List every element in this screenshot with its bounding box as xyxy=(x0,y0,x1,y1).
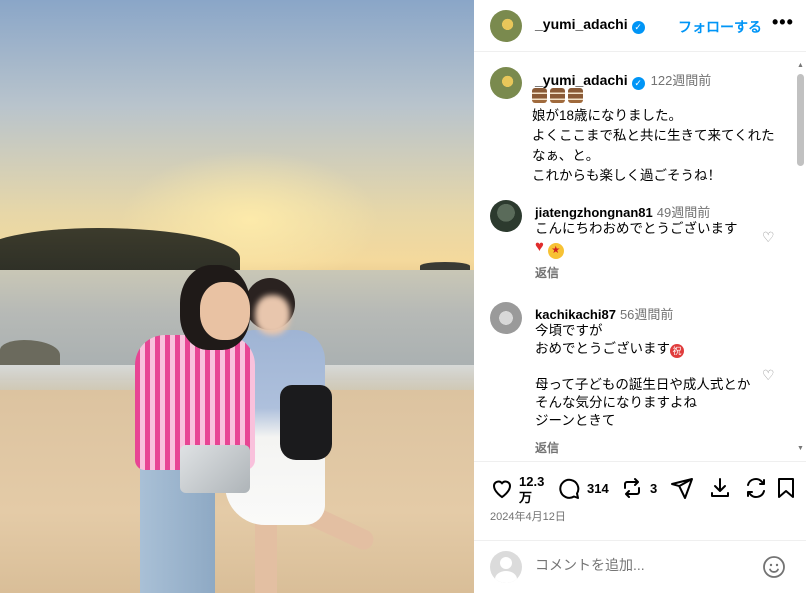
like-comment-icon[interactable]: ♡ xyxy=(762,229,775,246)
author-username[interactable]: _yumi_adachi ✓ xyxy=(535,16,645,34)
caption-username[interactable]: _yumi_adachi ✓ 122週間前 xyxy=(535,70,711,90)
post-date[interactable]: 2024年4月12日 xyxy=(490,508,566,524)
add-comment-input[interactable] xyxy=(535,557,735,573)
star-struck-face-icon: ★ xyxy=(547,243,564,259)
author-avatar[interactable] xyxy=(490,10,522,42)
more-options-icon[interactable]: ••• xyxy=(772,12,794,33)
verified-badge-icon: ✓ xyxy=(631,21,645,34)
current-user-avatar xyxy=(490,551,522,583)
cake-emojis xyxy=(532,88,586,108)
islet xyxy=(420,262,470,270)
verified-badge-icon: ✓ xyxy=(631,77,645,90)
comment-icon[interactable] xyxy=(557,476,581,500)
refresh-icon[interactable] xyxy=(744,476,768,500)
cake-icon xyxy=(568,88,583,103)
post-header: _yumi_adachi ✓ フォローする ••• xyxy=(474,0,806,52)
cake-icon xyxy=(532,88,547,103)
scrollbar[interactable]: ▲ ▼ xyxy=(796,60,804,460)
comment-time[interactable]: 49週間前 xyxy=(657,205,710,220)
save-bookmark-icon[interactable] xyxy=(775,476,797,500)
cake-icon xyxy=(550,88,565,103)
daughter-face-blurred xyxy=(255,295,290,335)
scroll-down-icon[interactable]: ▼ xyxy=(797,445,804,452)
comment-username[interactable]: jiatengzhongnan81 49週間前 xyxy=(535,202,710,221)
repost-count[interactable]: 3 xyxy=(650,481,657,496)
add-comment-bar xyxy=(474,540,806,593)
post-panel: _yumi_adachi ✓ フォローする ••• _yumi_adachi ✓ 12… xyxy=(474,0,806,593)
like-count[interactable]: 12.3 万 xyxy=(519,474,544,506)
reply-button[interactable]: 返信 xyxy=(535,439,559,456)
like-icon[interactable] xyxy=(490,476,514,500)
daughter-leg xyxy=(255,515,277,593)
scroll-up-icon[interactable]: ▲ xyxy=(797,62,804,69)
action-bar: 12.3 万 314 3 2024年4月12日 xyxy=(474,461,806,531)
caption-avatar[interactable] xyxy=(490,67,522,99)
mother-face xyxy=(200,282,250,340)
comment-count[interactable]: 314 xyxy=(587,481,609,496)
emoji-picker-icon[interactable] xyxy=(762,555,786,584)
comment-text: こんにちわおめでとうございます ♥ ★ xyxy=(535,220,755,259)
like-comment-icon[interactable]: ♡ xyxy=(762,367,775,384)
comment-username[interactable]: kachikachi87 56週間前 xyxy=(535,304,673,323)
comments-scroll-area[interactable]: _yumi_adachi ✓ 122週間前 娘が18歳になりました。 よくここまで私… xyxy=(474,53,806,460)
reply-button[interactable]: 返信 xyxy=(535,264,559,281)
commenter-avatar[interactable] xyxy=(490,200,522,232)
repost-icon[interactable] xyxy=(620,476,644,500)
caption-text: 娘が18歳になりました。 よくここまで私と共に生きて来てくれたなぁ、と。 これか… xyxy=(532,108,775,183)
comment-text: 今頃ですが おめでとうございます祝母って子どもの誕生日や成人式とかそんな気分にな… xyxy=(535,323,751,428)
clear-bag xyxy=(180,445,250,493)
caption-time[interactable]: 122週間前 xyxy=(651,73,712,88)
scrollbar-thumb[interactable] xyxy=(797,74,804,166)
red-heart-icon: ♥ xyxy=(535,238,544,255)
share-icon[interactable] xyxy=(670,476,694,500)
commenter-avatar[interactable] xyxy=(490,302,522,334)
celebration-badge-icon: 祝 xyxy=(670,344,684,358)
black-bag xyxy=(280,385,332,460)
follow-button[interactable]: フォローする xyxy=(678,17,762,37)
post-photo[interactable] xyxy=(0,0,474,593)
download-icon[interactable] xyxy=(708,476,732,500)
comment-time[interactable]: 56週間前 xyxy=(620,307,673,322)
